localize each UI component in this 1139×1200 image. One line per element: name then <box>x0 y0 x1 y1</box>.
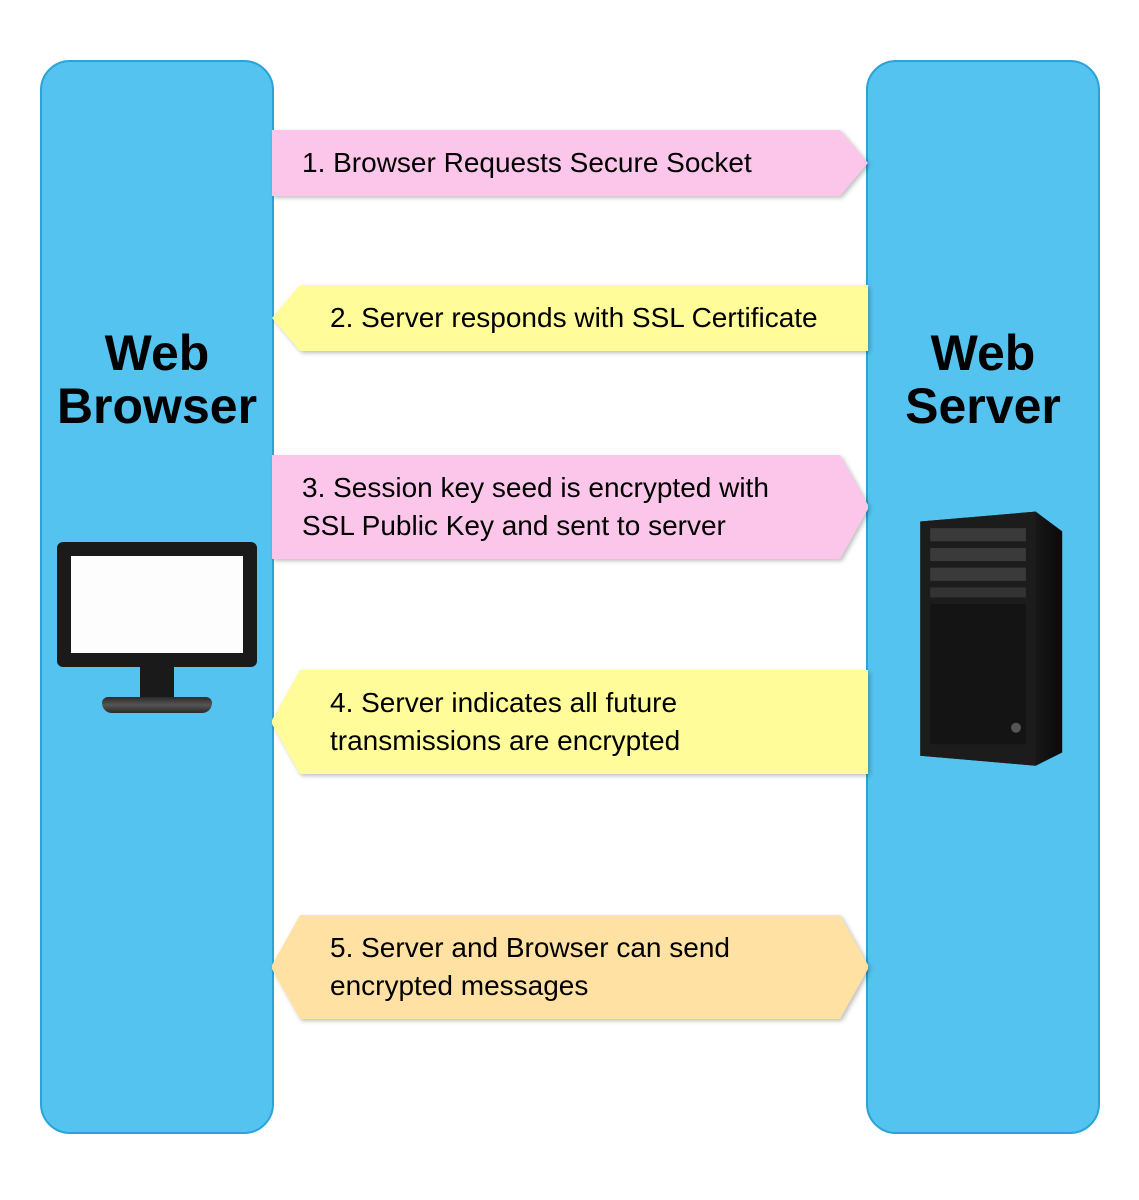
step-4-label: 4. Server indicates all future transmiss… <box>300 670 868 774</box>
step-1-arrow: 1. Browser Requests Secure Socket <box>272 130 868 196</box>
step-3-arrow: 3. Session key seed is encrypted with SS… <box>272 455 868 559</box>
server-pillar: Web Server <box>866 60 1100 1134</box>
step-2-arrow: 2. Server responds with SSL Certificate <box>272 285 868 351</box>
browser-title-line2: Browser <box>57 378 257 434</box>
step-5-label: 5. Server and Browser can send encrypted… <box>300 915 840 1019</box>
step-3-label: 3. Session key seed is encrypted with SS… <box>272 455 840 559</box>
browser-title: Web Browser <box>42 327 272 432</box>
browser-title-line1: Web <box>105 325 210 381</box>
step-4-arrow: 4. Server indicates all future transmiss… <box>272 670 868 774</box>
server-title-line1: Web <box>931 325 1036 381</box>
ssl-handshake-diagram: Web Browser Web Server <box>40 40 1100 1160</box>
server-title: Web Server <box>868 327 1098 432</box>
step-1-label: 1. Browser Requests Secure Socket <box>272 130 840 196</box>
server-title-line2: Server <box>905 378 1061 434</box>
browser-pillar: Web Browser <box>40 60 274 1134</box>
step-5-arrow: 5. Server and Browser can send encrypted… <box>272 915 868 1019</box>
monitor-icon <box>57 542 257 713</box>
server-tower-icon <box>901 502 1066 772</box>
step-2-label: 2. Server responds with SSL Certificate <box>300 285 868 351</box>
